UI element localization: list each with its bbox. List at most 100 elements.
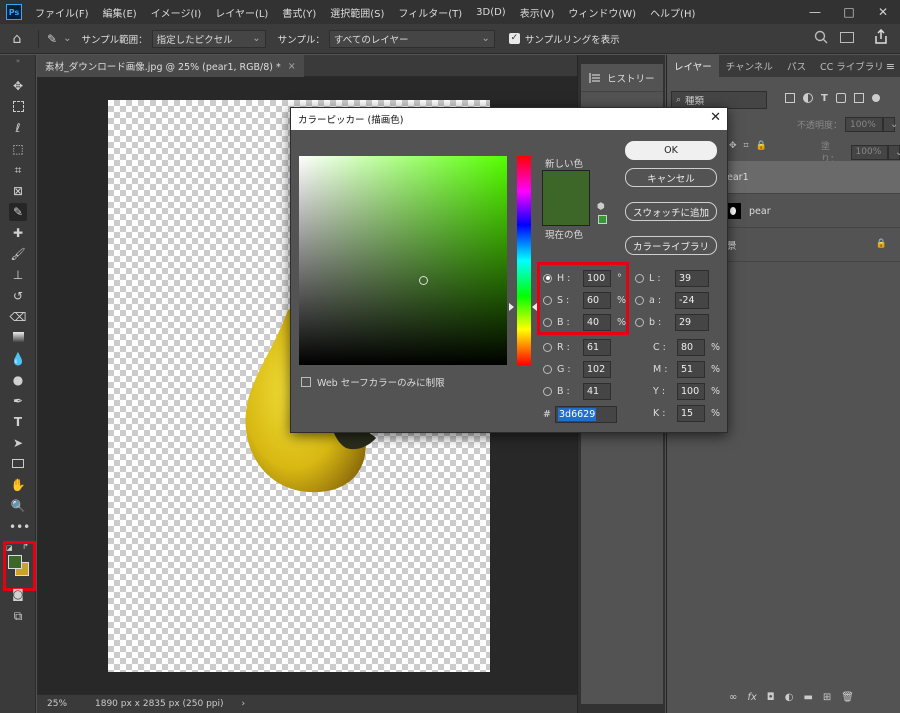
hue-slider[interactable] — [517, 156, 531, 365]
adjustment-layer-icon[interactable]: ◐ — [785, 692, 794, 703]
magenta-input[interactable]: 51 — [677, 360, 705, 378]
show-sampling-ring-checkbox[interactable]: ✓ — [508, 33, 520, 44]
filter-shape-icon[interactable] — [835, 93, 846, 103]
eyedropper-tool-icon[interactable]: ✎ — [47, 32, 57, 46]
red-input[interactable]: 61 — [583, 338, 611, 356]
status-menu-chevron-icon[interactable]: › — [242, 699, 246, 709]
lock-all-icon[interactable]: 🔒 — [756, 141, 767, 151]
filter-smart-object-icon[interactable] — [853, 93, 864, 103]
maximize-icon[interactable]: □ — [832, 0, 866, 24]
menu-help[interactable]: ヘルプ(H) — [643, 5, 702, 20]
ok-button[interactable]: OK — [625, 141, 717, 160]
document-tab-close-icon[interactable]: × — [288, 61, 296, 72]
tab-cc-libraries[interactable]: CC ライブラリ — [813, 55, 891, 77]
saturation-brightness-field[interactable] — [299, 156, 507, 365]
lab-a-input[interactable]: -24 — [675, 291, 709, 309]
web-safe-checkbox[interactable] — [301, 377, 311, 387]
red-radio[interactable] — [543, 342, 552, 352]
current-color-swatch[interactable] — [542, 198, 590, 226]
black-input[interactable]: 15 — [677, 404, 705, 422]
opacity-chevron-icon[interactable] — [883, 117, 896, 132]
workspace-icon[interactable] — [840, 32, 854, 43]
sample-size-select[interactable]: 指定したピクセル — [151, 29, 266, 48]
filter-pixel-icon[interactable] — [785, 93, 795, 103]
dialog-close-icon[interactable]: ✕ — [710, 110, 721, 125]
type-tool-icon[interactable]: T — [9, 413, 27, 431]
menu-edit[interactable]: 編集(E) — [96, 5, 144, 20]
lab-b-radio[interactable] — [635, 317, 644, 327]
history-panel-header[interactable]: ヒストリー — [581, 64, 663, 92]
path-selection-tool-icon[interactable]: ➤ — [9, 434, 27, 452]
history-brush-tool-icon[interactable]: ↺ — [9, 287, 27, 305]
tool-preset-chevron-icon[interactable] — [57, 33, 71, 44]
eyedropper-tool-icon[interactable]: ✎ — [9, 203, 27, 221]
menu-window[interactable]: ウィンドウ(W) — [561, 5, 643, 20]
healing-brush-tool-icon[interactable]: ✚ — [9, 224, 27, 242]
crop-tool-icon[interactable]: ⌗ — [9, 161, 27, 179]
fill-chevron-icon[interactable] — [888, 144, 900, 160]
new-group-icon[interactable]: ▬ — [803, 692, 812, 703]
home-icon[interactable]: ⌂ — [4, 31, 30, 47]
yellow-input[interactable]: 100 — [677, 382, 705, 400]
menu-layer[interactable]: レイヤー(L) — [208, 5, 275, 20]
cancel-button[interactable]: キャンセル — [625, 168, 717, 187]
menu-image[interactable]: イメージ(I) — [144, 5, 209, 20]
menu-type[interactable]: 書式(Y) — [275, 5, 323, 20]
layer-style-icon[interactable]: fx — [747, 692, 756, 703]
green-radio[interactable] — [543, 364, 552, 374]
blue-radio[interactable] — [543, 386, 552, 396]
tab-layers[interactable]: レイヤー — [667, 55, 719, 77]
add-to-swatches-button[interactable]: スウォッチに追加 — [625, 202, 717, 221]
move-tool-icon[interactable]: ✥ — [9, 77, 27, 95]
screen-mode-icon[interactable]: ⧉ — [9, 607, 27, 625]
link-layers-icon[interactable]: ∞ — [729, 692, 737, 703]
menu-3d[interactable]: 3D(D) — [469, 7, 513, 18]
gradient-tool-icon[interactable] — [9, 329, 27, 347]
zoom-level[interactable]: 25% — [47, 699, 83, 709]
edit-toolbar-icon[interactable]: ••• — [9, 518, 30, 536]
filter-adjustment-icon[interactable] — [803, 93, 813, 103]
opacity-input[interactable]: 100% — [845, 117, 884, 132]
menu-select[interactable]: 選択範囲(S) — [323, 5, 391, 20]
eraser-tool-icon[interactable]: ⌫ — [9, 308, 27, 326]
menu-view[interactable]: 表示(V) — [513, 5, 562, 20]
color-field-marker[interactable] — [419, 276, 428, 285]
clone-stamp-tool-icon[interactable]: ⊥ — [9, 266, 27, 284]
lab-l-radio[interactable] — [635, 273, 644, 283]
menu-filter[interactable]: フィルター(T) — [391, 5, 469, 20]
minimize-icon[interactable]: — — [798, 0, 832, 24]
tab-paths[interactable]: パス — [780, 55, 813, 77]
filter-type-icon[interactable]: T — [821, 93, 828, 104]
lasso-tool-icon[interactable]: ℓ — [9, 119, 27, 137]
green-input[interactable]: 102 — [583, 360, 611, 378]
lock-artboard-icon[interactable]: ⌗ — [744, 141, 749, 151]
document-tab[interactable]: 素材_ダウンロード画像.jpg @ 25% (pear1, RGB/8) * × — [37, 55, 304, 77]
sample-layers-select[interactable]: すべてのレイヤー — [328, 29, 495, 48]
panel-menu-icon[interactable]: ≡ — [886, 60, 895, 73]
zoom-tool-icon[interactable]: 🔍 — [9, 497, 27, 515]
dodge-tool-icon[interactable]: ● — [9, 371, 27, 389]
close-window-icon[interactable]: ✕ — [866, 0, 900, 24]
websafe-color-swatch[interactable] — [598, 215, 607, 224]
blur-tool-icon[interactable]: 💧 — [9, 350, 27, 368]
add-mask-icon[interactable]: ◘ — [767, 692, 775, 703]
filter-toggle-icon[interactable] — [871, 94, 880, 102]
new-layer-icon[interactable]: ⊞ — [823, 692, 831, 703]
delete-layer-icon[interactable]: 🗑 — [841, 692, 854, 703]
lock-position-icon[interactable]: ✥ — [729, 141, 737, 151]
hue-slider-left-handle[interactable] — [509, 303, 514, 311]
blue-input[interactable]: 41 — [583, 382, 611, 400]
search-icon[interactable] — [814, 30, 828, 44]
lab-l-input[interactable]: 39 — [675, 269, 709, 287]
hex-input[interactable]: 3d6629 — [555, 405, 617, 423]
dialog-titlebar[interactable]: カラーピッカー (描画色) ✕ — [291, 108, 727, 130]
fill-input[interactable]: 100% — [850, 144, 888, 160]
toolbar-collapse-icon[interactable]: » — [9, 57, 27, 65]
rectangle-tool-icon[interactable] — [9, 455, 27, 473]
color-libraries-button[interactable]: カラーライブラリ — [625, 236, 717, 255]
lab-a-radio[interactable] — [635, 295, 644, 305]
quick-mask-icon[interactable]: ◙ — [9, 585, 27, 603]
brush-tool-icon[interactable]: 🖌 — [9, 245, 27, 263]
tab-channels[interactable]: チャンネル — [719, 55, 780, 77]
frame-tool-icon[interactable]: ⊠ — [9, 182, 27, 200]
